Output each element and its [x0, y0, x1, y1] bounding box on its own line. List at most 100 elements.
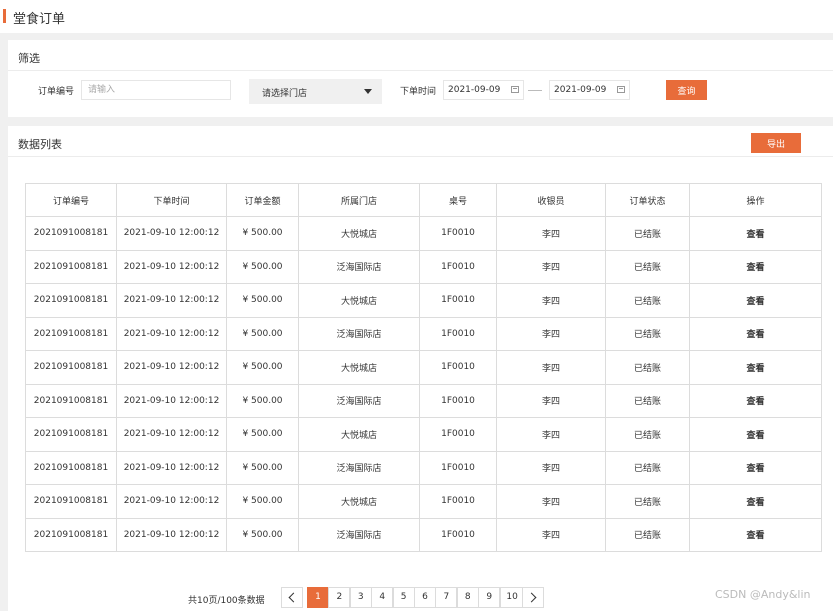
table-cell: 泛海国际店: [298, 249, 420, 284]
table-cell: 2021091008181: [25, 216, 117, 251]
data-list-panel: 数据列表 导出 订单编号 下单时间 订单金额 所属门店 桌号 收银员 订单状态 …: [8, 126, 833, 611]
table-cell: 1F0010: [419, 450, 497, 485]
table-cell: 大悦城店: [298, 283, 420, 318]
column-header: 收银员: [496, 183, 606, 217]
page-button[interactable]: 1: [307, 587, 329, 608]
table-cell: ¥ 500.00: [226, 316, 299, 351]
export-button[interactable]: 导出: [751, 133, 801, 153]
date-end-value: 2021-09-09: [554, 85, 607, 95]
date-range-separator: [528, 90, 542, 91]
prev-page-button[interactable]: [281, 587, 303, 608]
table-cell: 2021091008181: [25, 249, 117, 284]
page-button[interactable]: 10: [499, 587, 525, 608]
page-button[interactable]: 7: [435, 587, 458, 608]
table-cell: 2021091008181: [25, 417, 117, 452]
view-action-link[interactable]: 查看: [689, 283, 822, 318]
page-button[interactable]: 6: [414, 587, 436, 608]
view-action-link[interactable]: 查看: [689, 517, 822, 552]
table-body: 2021091008181 2021-09-10 12:00:12 ¥ 500.00…: [25, 216, 822, 552]
table-cell: 已结账: [605, 316, 690, 351]
table-cell: 泛海国际店: [298, 450, 420, 485]
table-header-row: 订单编号 下单时间 订单金额 所属门店 桌号 收银员 订单状态 操作: [25, 183, 822, 217]
title-accent-bar: [3, 9, 6, 23]
page-button[interactable]: 3: [349, 587, 372, 608]
table-cell: 1F0010: [419, 350, 497, 385]
view-action-link[interactable]: 查看: [689, 484, 822, 519]
page-button[interactable]: 2: [328, 587, 351, 608]
column-header: 桌号: [419, 183, 497, 217]
page-header: 堂食订单: [0, 0, 833, 33]
list-section-label: 数据列表: [18, 138, 62, 151]
table-cell: 2021091008181: [25, 517, 117, 552]
table-cell: 2021-09-10 12:00:12: [116, 283, 227, 318]
table-cell: 已结账: [605, 249, 690, 284]
table-cell: 大悦城店: [298, 484, 420, 519]
calendar-icon: [617, 86, 625, 93]
table-cell: 李四: [496, 316, 606, 351]
page-button[interactable]: 4: [371, 587, 394, 608]
table-cell: 1F0010: [419, 316, 497, 351]
table-cell: 李四: [496, 283, 606, 318]
order-no-input[interactable]: [81, 80, 231, 100]
table-cell: 2021091008181: [25, 316, 117, 351]
view-action-link[interactable]: 查看: [689, 450, 822, 485]
table-cell: ¥ 500.00: [226, 484, 299, 519]
table-cell: 已结账: [605, 216, 690, 251]
table-cell: 已结账: [605, 450, 690, 485]
column-header: 操作: [689, 183, 822, 217]
view-action-link[interactable]: 查看: [689, 383, 822, 418]
table-cell: 李四: [496, 350, 606, 385]
page-button[interactable]: 5: [392, 587, 415, 608]
view-action-link[interactable]: 查看: [689, 316, 822, 351]
table-cell: 大悦城店: [298, 350, 420, 385]
table-cell: 1F0010: [419, 517, 497, 552]
column-header: 订单金额: [226, 183, 299, 217]
table-cell: 2021091008181: [25, 350, 117, 385]
orders-table: 订单编号 下单时间 订单金额 所属门店 桌号 收银员 订单状态 操作 20210…: [25, 183, 822, 552]
column-header: 订单编号: [25, 183, 117, 217]
table-row: 2021091008181 2021-09-10 12:00:12 ¥ 500.00…: [25, 383, 822, 418]
table-cell: ¥ 500.00: [226, 383, 299, 418]
table-cell: 李四: [496, 450, 606, 485]
orders-table-wrapper: 订单编号 下单时间 订单金额 所属门店 桌号 收银员 订单状态 操作 20210…: [25, 183, 822, 552]
view-action-link[interactable]: 查看: [689, 249, 822, 284]
date-start-value: 2021-09-09: [448, 85, 501, 95]
table-cell: 大悦城店: [298, 417, 420, 452]
table-row: 2021091008181 2021-09-10 12:00:12 ¥ 500.00…: [25, 283, 822, 318]
next-page-button[interactable]: [522, 587, 544, 608]
table-cell: 1F0010: [419, 249, 497, 284]
table-cell: 2021-09-10 12:00:12: [116, 316, 227, 351]
query-button[interactable]: 查询: [666, 80, 707, 100]
filter-section-label: 筛选: [18, 52, 40, 65]
column-header: 所属门店: [298, 183, 420, 217]
table-cell: 已结账: [605, 350, 690, 385]
column-header: 订单状态: [605, 183, 690, 217]
date-start-input[interactable]: 2021-09-09: [443, 80, 524, 100]
view-action-link[interactable]: 查看: [689, 417, 822, 452]
table-cell: 已结账: [605, 417, 690, 452]
date-end-input[interactable]: 2021-09-09: [549, 80, 630, 100]
page-title: 堂食订单: [13, 12, 66, 27]
table-cell: 1F0010: [419, 417, 497, 452]
view-action-link[interactable]: 查看: [689, 216, 822, 251]
store-select[interactable]: 请选择门店: [249, 79, 382, 104]
table-cell: ¥ 500.00: [226, 350, 299, 385]
page-button[interactable]: 9: [478, 587, 501, 608]
table-row: 2021091008181 2021-09-10 12:00:12 ¥ 500.00…: [25, 484, 822, 519]
calendar-icon: [511, 86, 519, 93]
table-cell: 已结账: [605, 517, 690, 552]
table-cell: 2021-09-10 12:00:12: [116, 484, 227, 519]
pagination-info: 共10页/100条数据: [188, 596, 265, 606]
table-cell: ¥ 500.00: [226, 417, 299, 452]
table-row: 2021091008181 2021-09-10 12:00:12 ¥ 500.00…: [25, 216, 822, 251]
table-cell: 李四: [496, 417, 606, 452]
table-cell: 2021-09-10 12:00:12: [116, 350, 227, 385]
table-cell: 大悦城店: [298, 216, 420, 251]
table-cell: 李四: [496, 249, 606, 284]
page-button[interactable]: 8: [456, 587, 479, 608]
table-cell: 2021091008181: [25, 283, 117, 318]
table-row: 2021091008181 2021-09-10 12:00:12 ¥ 500.00…: [25, 249, 822, 284]
view-action-link[interactable]: 查看: [689, 350, 822, 385]
table-cell: 李四: [496, 216, 606, 251]
caret-down-icon: [364, 89, 372, 94]
